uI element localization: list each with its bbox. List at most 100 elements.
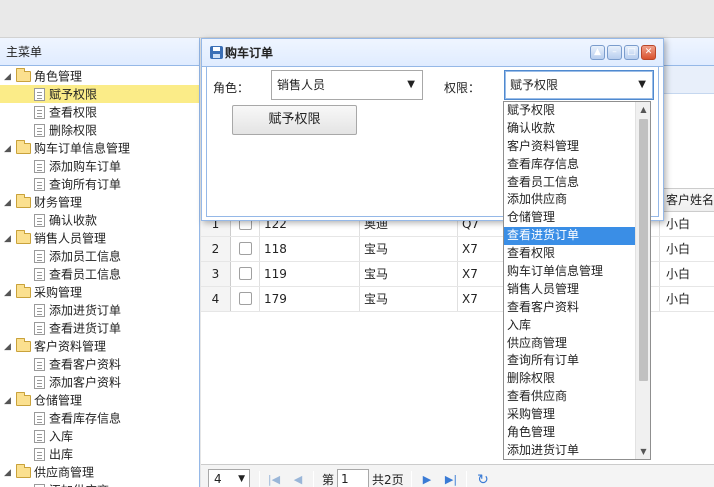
dropdown-option[interactable]: 赋予权限 (504, 102, 636, 120)
folder-icon (16, 68, 31, 82)
cell-order-id: 179 (260, 287, 360, 311)
menu-item[interactable]: 添加购车订单 (0, 157, 199, 175)
menu-group[interactable]: ◢ 仓储管理 (0, 391, 199, 409)
role-label: 角色： (213, 81, 250, 95)
file-icon (34, 376, 45, 389)
menu-item[interactable]: 赋予权限 (0, 85, 199, 103)
menu-item-label: 出库 (49, 447, 74, 462)
row-checkbox[interactable] (239, 267, 252, 280)
expand-arrow-icon[interactable]: ◢ (4, 140, 16, 158)
permission-label: 权限： (444, 81, 481, 95)
menu-item[interactable]: 查看进货订单 (0, 319, 199, 337)
menu-item[interactable]: 添加进货订单 (0, 301, 199, 319)
dropdown-option[interactable]: 供应商管理 (504, 335, 636, 353)
refresh-icon[interactable]: ↻ (474, 471, 492, 487)
menu-item[interactable]: 入库 (0, 427, 199, 445)
dropdown-option[interactable]: 采购管理 (504, 406, 636, 424)
dropdown-option[interactable]: 查看客户资料 (504, 299, 636, 317)
menu-item[interactable]: 查看员工信息 (0, 265, 199, 283)
collapse-icon[interactable]: ▲ (590, 45, 605, 60)
page-number-input[interactable]: 1 (337, 469, 369, 487)
maximize-icon[interactable]: □ (624, 45, 639, 60)
menu-item[interactable]: 添加员工信息 (0, 247, 199, 265)
row-checkbox[interactable] (239, 292, 252, 305)
menu-item[interactable]: 出库 (0, 445, 199, 463)
close-icon[interactable]: ✕ (641, 45, 656, 60)
folder-icon (16, 284, 31, 298)
pager-separator (313, 471, 314, 487)
prev-page-icon[interactable]: ◀ (289, 471, 307, 487)
first-page-icon[interactable]: |◀ (265, 471, 283, 487)
menu-item[interactable]: 查看客户资料 (0, 355, 199, 373)
dropdown-scrollbar[interactable]: ▲ ▼ (635, 102, 650, 459)
menu-item[interactable]: 查询所有订单 (0, 175, 199, 193)
expand-arrow-icon[interactable]: ◢ (4, 392, 16, 410)
scroll-down-icon[interactable]: ▼ (636, 444, 650, 459)
menu-group-label: 采购管理 (34, 285, 83, 300)
menu-group[interactable]: ◢ 购车订单信息管理 (0, 139, 199, 157)
dropdown-option[interactable]: 购车订单信息管理 (504, 263, 636, 281)
dropdown-option[interactable]: 删除权限 (504, 370, 636, 388)
menu-item[interactable]: 确认收款 (0, 211, 199, 229)
dropdown-option[interactable]: 查询所有订单 (504, 352, 636, 370)
save-icon (210, 46, 223, 59)
menu-item[interactable]: 删除权限 (0, 121, 199, 139)
chevron-down-icon: ▼ (638, 79, 646, 90)
menu-group-label: 销售人员管理 (34, 231, 107, 246)
dropdown-option[interactable]: 查看员工信息 (504, 174, 636, 192)
chevron-down-icon: ▼ (407, 79, 415, 90)
next-page-icon[interactable]: ▶ (418, 471, 436, 487)
grant-permission-button[interactable]: 赋予权限 (232, 105, 357, 135)
menu-item-label: 入库 (49, 429, 74, 444)
menu-group[interactable]: ◢ 供应商管理 (0, 463, 199, 481)
expand-arrow-icon[interactable]: ◢ (4, 284, 16, 302)
row-checkbox[interactable] (239, 242, 252, 255)
menu-item-label: 赋予权限 (49, 87, 98, 102)
file-icon (34, 106, 45, 119)
scroll-up-icon[interactable]: ▲ (636, 102, 650, 117)
role-select-value: 销售人员 (277, 78, 326, 92)
expand-arrow-icon[interactable]: ◢ (4, 464, 16, 482)
dropdown-option[interactable]: 添加进货订单 (504, 442, 636, 459)
file-icon (34, 268, 45, 281)
minimize-icon[interactable]: – (607, 45, 622, 60)
cell-brand: 宝马 (360, 287, 458, 311)
dropdown-option[interactable]: 销售人员管理 (504, 281, 636, 299)
menu-group-label: 角色管理 (34, 69, 83, 84)
menu-item[interactable]: 添加供应商 (0, 481, 199, 487)
page-total: 共2页 (372, 473, 404, 487)
expand-arrow-icon[interactable]: ◢ (4, 338, 16, 356)
role-select[interactable]: 销售人员 ▼ (271, 70, 423, 100)
menu-group[interactable]: ◢ 客户资料管理 (0, 337, 199, 355)
column-header-customer[interactable]: 客户姓名 (659, 189, 714, 212)
page-size-select[interactable]: 4 ▼ (208, 469, 250, 487)
dropdown-option[interactable]: 查看库存信息 (504, 156, 636, 174)
menu-item[interactable]: 添加客户资料 (0, 373, 199, 391)
dropdown-option[interactable]: 入库 (504, 317, 636, 335)
dropdown-option[interactable]: 仓储管理 (504, 209, 636, 227)
dropdown-option[interactable]: 添加供应商 (504, 191, 636, 209)
dropdown-option[interactable]: 查看进货订单 (504, 227, 636, 246)
dropdown-option[interactable]: 查看供应商 (504, 388, 636, 406)
cell-customer: 小白 (659, 212, 714, 236)
menu-group[interactable]: ◢ 财务管理 (0, 193, 199, 211)
dropdown-option[interactable]: 角色管理 (504, 424, 636, 442)
menu-group[interactable]: ◢ 销售人员管理 (0, 229, 199, 247)
scrollbar-thumb[interactable] (639, 119, 648, 381)
menu-item-label: 添加购车订单 (49, 159, 122, 174)
menu-item[interactable]: 查看权限 (0, 103, 199, 121)
menu-group[interactable]: ◢ 角色管理 (0, 67, 199, 85)
menu-item[interactable]: 查看库存信息 (0, 409, 199, 427)
dialog-title: 购车订单 (225, 46, 274, 60)
dropdown-option[interactable]: 客户资料管理 (504, 138, 636, 156)
expand-arrow-icon[interactable]: ◢ (4, 230, 16, 248)
permission-select[interactable]: 赋予权限 ▼ (504, 70, 654, 100)
dropdown-option[interactable]: 确认收款 (504, 120, 636, 138)
menu-item-label: 添加供应商 (49, 484, 109, 487)
menu-group[interactable]: ◢ 采购管理 (0, 283, 199, 301)
expand-arrow-icon[interactable]: ◢ (4, 194, 16, 212)
last-page-icon[interactable]: ▶| (442, 471, 460, 487)
folder-icon (16, 392, 31, 406)
expand-arrow-icon[interactable]: ◢ (4, 68, 16, 86)
dropdown-option[interactable]: 查看权限 (504, 245, 636, 263)
